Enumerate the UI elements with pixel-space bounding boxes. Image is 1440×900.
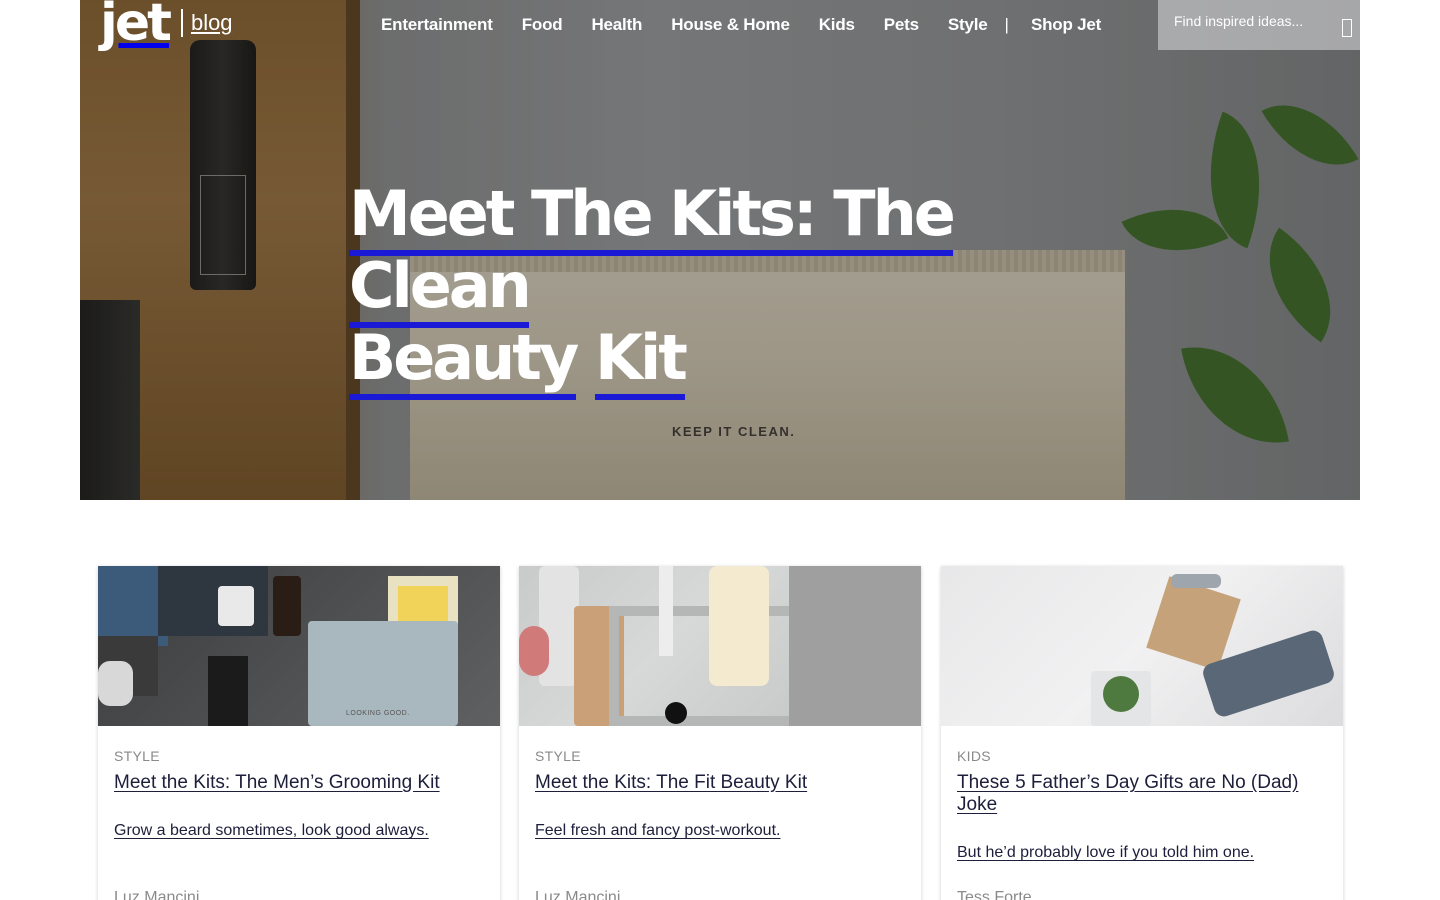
search-box bbox=[1158, 0, 1360, 50]
article-title[interactable]: These 5 Father’s Day Gifts are No (Dad) … bbox=[957, 772, 1327, 816]
search-icon[interactable] bbox=[1342, 19, 1352, 37]
article-category: KIDS bbox=[957, 748, 991, 764]
nav-item-house-home[interactable]: House & Home bbox=[671, 15, 790, 35]
article-card[interactable]: STYLE Meet the Kits: The Fit Beauty Kit … bbox=[519, 566, 921, 900]
main-nav: Entertainment Food Health House & Home K… bbox=[381, 13, 1101, 37]
article-card[interactable]: KIDS These 5 Father’s Day Gifts are No (… bbox=[941, 566, 1343, 900]
jet-logo: jet bbox=[100, 0, 172, 53]
pouch-label: LOOKING GOOD. bbox=[346, 710, 410, 717]
nav-separator: | bbox=[1004, 15, 1009, 34]
logo-divider bbox=[180, 9, 183, 37]
article-category: STYLE bbox=[535, 748, 581, 764]
article-category: STYLE bbox=[114, 748, 160, 764]
article-author: Luz Mancini bbox=[114, 889, 200, 900]
hero-title: Meet The Kits: The Clean Beauty Kit bbox=[349, 177, 1109, 400]
nav-item-health[interactable]: Health bbox=[591, 15, 642, 35]
nav-item-kids[interactable]: Kids bbox=[819, 15, 855, 35]
article-excerpt[interactable]: But he’d probably love if you told him o… bbox=[957, 844, 1254, 862]
article-excerpt[interactable]: Grow a beard sometimes, look good always… bbox=[114, 822, 429, 840]
article-excerpt[interactable]: Feel fresh and fancy post-workout. bbox=[535, 822, 780, 840]
nav-item-style[interactable]: Style bbox=[948, 15, 988, 35]
article-thumbnail[interactable] bbox=[519, 566, 921, 726]
site-logo[interactable]: jet blog bbox=[100, 0, 233, 53]
article-title[interactable]: Meet the Kits: The Fit Beauty Kit bbox=[535, 772, 905, 794]
article-author: Tess Forte bbox=[957, 889, 1032, 900]
search-input[interactable] bbox=[1158, 0, 1328, 42]
article-thumbnail[interactable] bbox=[941, 566, 1343, 726]
article-title[interactable]: Meet the Kits: The Men’s Grooming Kit bbox=[114, 772, 484, 794]
article-author: Luz Mancini bbox=[535, 889, 621, 900]
hero-title-link-line1[interactable]: Meet The Kits: The Clean bbox=[349, 177, 956, 328]
article-card[interactable]: LOOKING GOOD. STYLE Meet the Kits: The M… bbox=[98, 566, 500, 900]
hero-title-link-word[interactable]: Kit bbox=[594, 321, 688, 400]
article-thumbnail[interactable]: LOOKING GOOD. bbox=[98, 566, 500, 726]
nav-item-entertainment[interactable]: Entertainment bbox=[381, 15, 493, 35]
blog-link[interactable]: blog bbox=[191, 10, 233, 36]
nav-item-pets[interactable]: Pets bbox=[884, 15, 919, 35]
shop-jet-link[interactable]: Shop Jet bbox=[1031, 15, 1101, 35]
hero-title-link-word[interactable]: Beauty bbox=[349, 321, 579, 400]
nav-item-food[interactable]: Food bbox=[522, 15, 563, 35]
